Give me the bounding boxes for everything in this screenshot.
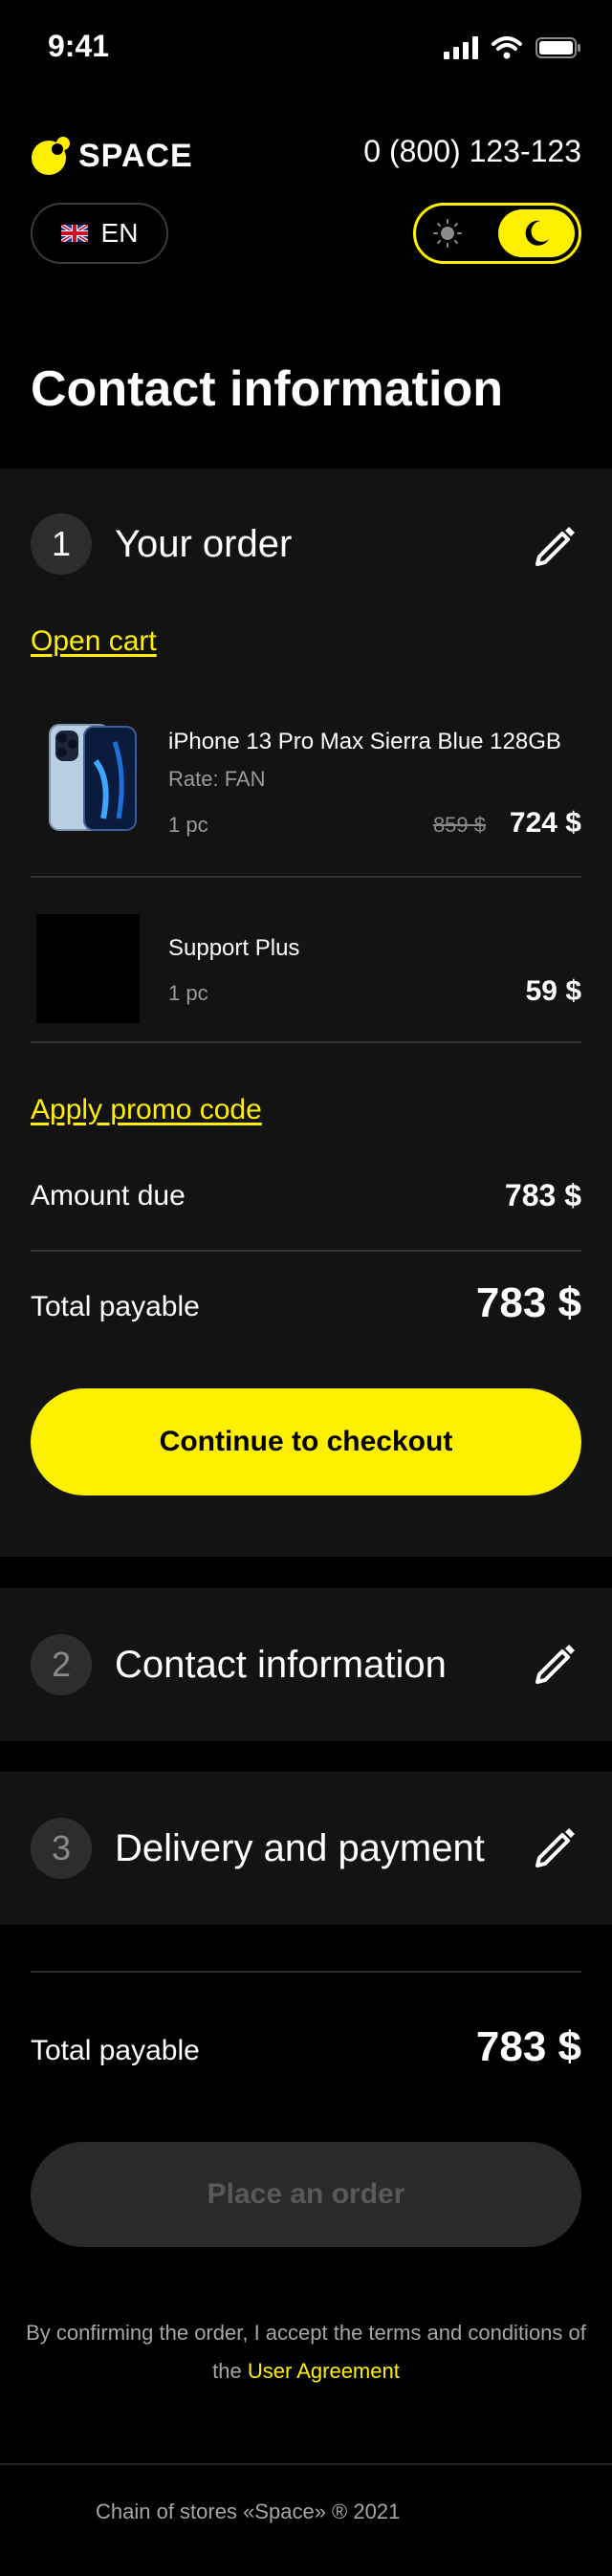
page-title: Contact information [31, 361, 503, 417]
cart-item: iPhone 13 Pro Max Sierra Blue 128GB Rate… [31, 717, 581, 841]
product-rate: Rate: FAN [168, 767, 266, 791]
continue-checkout-button[interactable]: Continue to checkout [31, 1388, 581, 1495]
place-order-button[interactable]: Place an order [31, 2142, 581, 2247]
order-step-header: 1 Your order [31, 513, 292, 575]
delivery-step-card[interactable]: 3 Delivery and payment [0, 1772, 612, 1925]
delivery-step-header: 3 Delivery and payment [31, 1818, 485, 1879]
support-plus-image [36, 914, 140, 1023]
contact-step-card[interactable]: 2 Contact information [0, 1588, 612, 1741]
summary-total-value: 783 $ [475, 2023, 581, 2070]
iphone-image [49, 724, 137, 831]
contact-step-header: 2 Contact information [31, 1634, 447, 1695]
language-label: EN [100, 218, 139, 248]
divider [31, 1971, 581, 1973]
product-price: 724 $ [509, 807, 581, 839]
user-agreement-link[interactable]: User Agreement [248, 2359, 400, 2383]
open-cart-link[interactable]: Open cart [31, 625, 157, 658]
amount-due-label: Amount due [31, 1180, 186, 1212]
battery-icon [536, 37, 580, 58]
moon-icon [525, 220, 549, 246]
contact-step-title: Contact information [115, 1643, 447, 1686]
total-label: Total payable [31, 1291, 200, 1322]
product-old-price: 859 $ [432, 813, 486, 837]
wifi-icon [492, 36, 522, 59]
divider [31, 1041, 581, 1043]
total-value: 783 $ [475, 1279, 581, 1326]
product-name: iPhone 13 Pro Max Sierra Blue 128GB [168, 729, 561, 754]
status-time: 9:41 [48, 29, 110, 63]
phone-number[interactable]: 0 (800) 123-123 [363, 134, 581, 169]
cart-item: Support Plus 1 pc 59 $ [31, 914, 581, 1024]
divider [31, 876, 581, 878]
page-title-section: Contact information [0, 294, 612, 469]
footer-copyright: Chain of stores «Space» ® 2021 [96, 2500, 401, 2523]
product-price: 59 $ [525, 975, 581, 1007]
signal-icon [444, 36, 478, 59]
order-step-title: Your order [115, 522, 293, 565]
status-bar: 9:41 [0, 0, 612, 96]
step-number-1: 1 [31, 513, 92, 575]
pencil-icon[interactable] [534, 524, 578, 568]
terms-text: By confirming the order, I accept the te… [19, 2314, 593, 2390]
language-selector[interactable]: EN [31, 203, 168, 264]
status-icons [444, 36, 581, 59]
pencil-icon[interactable] [534, 1825, 578, 1869]
product-quantity: 1 pc [168, 981, 208, 1005]
amount-due-value: 783 $ [504, 1178, 581, 1212]
apply-promo-link[interactable]: Apply promo code [31, 1094, 262, 1126]
theme-toggle-knob [498, 209, 575, 257]
sun-icon [433, 219, 462, 248]
product-name: Support Plus [168, 935, 300, 961]
delivery-step-title: Delivery and payment [115, 1826, 485, 1869]
site-header: SPACE 0 (800) 123-123 EN [0, 96, 612, 294]
brand-name: SPACE [78, 137, 193, 174]
uk-flag-icon [60, 225, 88, 242]
footer-divider [0, 2463, 612, 2465]
product-quantity: 1 pc [168, 813, 208, 837]
logo-icon [32, 137, 70, 175]
divider [31, 1250, 581, 1252]
theme-toggle[interactable] [413, 203, 581, 264]
summary-total-label: Total payable [31, 2035, 200, 2066]
pencil-icon[interactable] [534, 1642, 578, 1686]
brand-logo[interactable]: SPACE [31, 136, 193, 176]
step-number-3: 3 [31, 1818, 92, 1879]
step-number-2: 2 [31, 1634, 92, 1695]
